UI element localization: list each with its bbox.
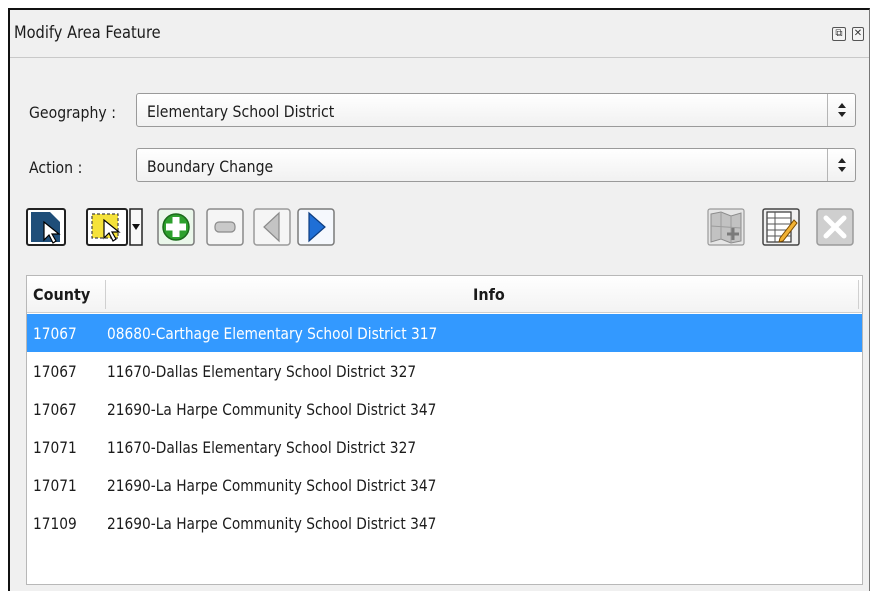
table-header: County Info — [27, 276, 862, 313]
previous-icon[interactable] — [253, 208, 291, 246]
geography-select[interactable]: Elementary School District — [136, 93, 856, 127]
action-select[interactable]: Boundary Change — [136, 148, 856, 182]
cell-county: 17067 — [33, 400, 77, 419]
table-row[interactable]: 17071 21690-La Harpe Community School Di… — [27, 466, 862, 504]
next-icon[interactable] — [297, 208, 335, 246]
table-row[interactable]: 17067 11670-Dallas Elementary School Dis… — [27, 352, 862, 390]
rectangle-select-icon[interactable] — [86, 208, 128, 246]
close-window-button[interactable]: ✕ — [852, 27, 864, 41]
column-header-info[interactable]: Info — [473, 285, 505, 304]
table-row[interactable]: 17067 21690-La Harpe Community School Di… — [27, 390, 862, 428]
column-header-county[interactable]: County — [33, 285, 90, 304]
cell-info: 11670-Dallas Elementary School District … — [107, 438, 417, 457]
map-edit-icon[interactable] — [707, 208, 745, 246]
geography-select-value: Elementary School District — [147, 102, 335, 121]
updown-arrow-icon[interactable] — [827, 149, 855, 181]
updown-arrow-icon[interactable] — [827, 94, 855, 126]
cell-county: 17067 — [33, 324, 77, 343]
cell-county: 17067 — [33, 362, 77, 381]
add-icon[interactable] — [157, 208, 195, 246]
geography-label: Geography : — [29, 103, 116, 122]
title-bar: Modify Area Feature ⧉ ✕ — [10, 10, 869, 58]
table-row[interactable]: 17071 11670-Dallas Elementary School Dis… — [27, 428, 862, 466]
remove-icon[interactable] — [206, 208, 244, 246]
select-feature-icon[interactable] — [26, 208, 66, 246]
cell-info: 21690-La Harpe Community School District… — [107, 514, 437, 533]
column-divider[interactable] — [105, 280, 106, 309]
cell-info: 11670-Dallas Elementary School District … — [107, 362, 417, 381]
close-icon[interactable] — [816, 208, 854, 246]
modify-area-feature-window: Modify Area Feature ⧉ ✕ Geography : Elem… — [8, 8, 870, 591]
dropdown-arrow-icon[interactable] — [129, 208, 143, 246]
table-edit-icon[interactable] — [762, 208, 800, 246]
cell-info: 08680-Carthage Elementary School Distric… — [107, 324, 438, 343]
float-window-button[interactable]: ⧉ — [832, 27, 846, 41]
table-row[interactable]: 17067 08680-Carthage Elementary School D… — [27, 314, 862, 352]
action-label: Action : — [29, 158, 83, 177]
cell-county: 17071 — [33, 476, 77, 495]
table-row[interactable]: 17109 21690-La Harpe Community School Di… — [27, 504, 862, 542]
window-title: Modify Area Feature — [14, 23, 161, 43]
results-table: County Info 17067 08680-Carthage Element… — [26, 275, 863, 585]
cell-info: 21690-La Harpe Community School District… — [107, 476, 437, 495]
cell-county: 17109 — [33, 514, 77, 533]
column-divider[interactable] — [858, 280, 859, 309]
cell-county: 17071 — [33, 438, 77, 457]
cell-info: 21690-La Harpe Community School District… — [107, 400, 437, 419]
action-select-value: Boundary Change — [147, 157, 274, 176]
